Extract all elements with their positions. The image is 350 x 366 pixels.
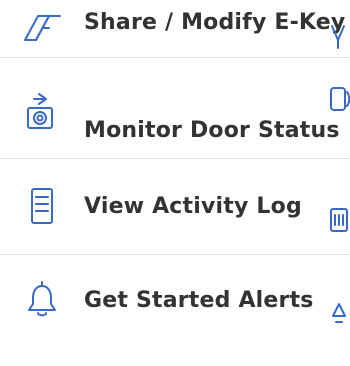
- key-outline-icon: [328, 22, 350, 52]
- log-list-icon: [22, 186, 62, 226]
- door-sensor-icon: [22, 90, 62, 130]
- menu-item-alerts[interactable]: Get Started Alerts: [0, 280, 350, 366]
- menu-item-share-ekey[interactable]: Share / Modify E-Key: [0, 6, 350, 92]
- menu-item-label: Share / Modify E-Key: [84, 10, 346, 35]
- menu-item-activity-log[interactable]: View Activity Log: [0, 186, 350, 272]
- log-outline-icon: [328, 205, 350, 235]
- bell-outline-icon: [328, 300, 350, 330]
- divider: [0, 254, 350, 255]
- menu-item-label: Monitor Door Status: [84, 118, 340, 143]
- menu-item-label: Get Started Alerts: [84, 288, 314, 313]
- menu-item-label: View Activity Log: [84, 194, 302, 219]
- divider: [0, 158, 350, 159]
- feature-menu: Share / Modify E-Key Monitor Door Status: [0, 0, 350, 350]
- door-sensor-outline-icon: [328, 84, 350, 114]
- key-share-icon: [22, 6, 62, 46]
- divider: [0, 57, 350, 58]
- alert-bell-icon: [22, 280, 62, 320]
- edge-icon-strip: [322, 0, 350, 350]
- menu-item-door-status[interactable]: Monitor Door Status: [0, 90, 350, 176]
